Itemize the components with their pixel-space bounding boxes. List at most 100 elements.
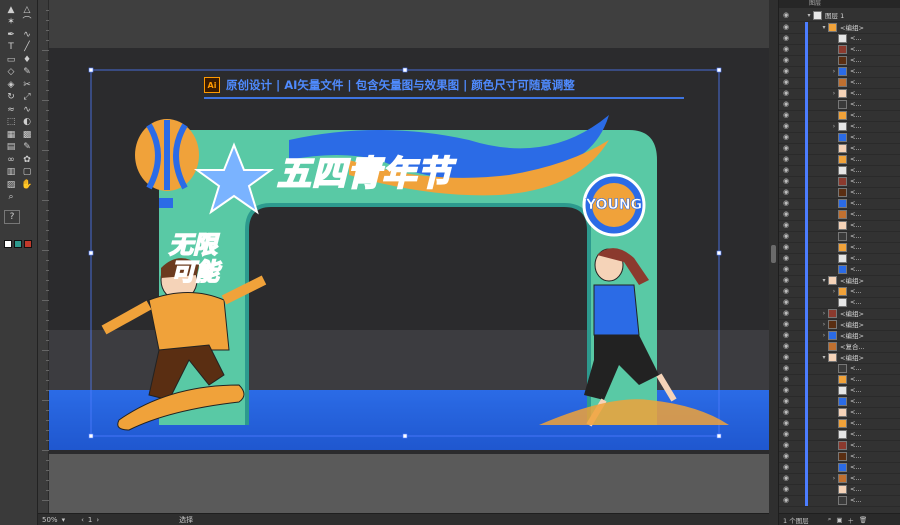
visibility-eye-icon[interactable]: ◉ [779, 331, 793, 339]
visibility-eye-icon[interactable]: ◉ [779, 11, 793, 19]
expand-arrow-icon[interactable]: › [830, 123, 838, 130]
visibility-eye-icon[interactable]: ◉ [779, 474, 793, 482]
visibility-eye-icon[interactable]: ◉ [779, 122, 793, 130]
visibility-eye-icon[interactable]: ◉ [779, 276, 793, 284]
pencil-tool-icon[interactable]: ✎ [20, 67, 34, 79]
slice-tool-icon[interactable]: ▨ [4, 179, 18, 191]
next-artboard-icon[interactable]: › [96, 516, 99, 524]
visibility-eye-icon[interactable]: ◉ [779, 199, 793, 207]
layer-row[interactable]: ◉ <... [779, 54, 900, 67]
layer-row[interactable]: ◉ <... [779, 109, 900, 122]
layer-row[interactable]: ◉ ▾ <编组> [779, 21, 900, 34]
layer-row[interactable]: ◉ <... [779, 164, 900, 177]
layer-row[interactable]: ◉ <... [779, 263, 900, 276]
layer-row[interactable]: ◉ <... [779, 461, 900, 474]
delete-layer-icon[interactable]: 🗑 [859, 516, 867, 524]
visibility-eye-icon[interactable]: ◉ [779, 89, 793, 97]
blend-tool-icon[interactable]: ∞ [4, 154, 18, 166]
symbol-sprayer-tool-icon[interactable]: ✿ [20, 154, 34, 166]
visibility-eye-icon[interactable]: ◉ [779, 34, 793, 42]
artboard-tool-icon[interactable]: ▢ [20, 167, 34, 179]
visibility-eye-icon[interactable]: ◉ [779, 243, 793, 251]
layer-row[interactable]: ◉ <... [779, 296, 900, 309]
layer-row[interactable]: ◉ › <... [779, 87, 900, 100]
expand-arrow-icon[interactable]: › [830, 90, 838, 97]
visibility-eye-icon[interactable]: ◉ [779, 441, 793, 449]
layer-row[interactable]: ◉ › <编组> [779, 318, 900, 331]
layer-row[interactable]: ◉ › <... [779, 120, 900, 133]
layer-row[interactable]: ◉ <... [779, 241, 900, 254]
layer-row[interactable]: ◉ <... [779, 32, 900, 45]
visibility-eye-icon[interactable]: ◉ [779, 67, 793, 75]
visibility-eye-icon[interactable]: ◉ [779, 375, 793, 383]
magic-wand-tool-icon[interactable]: ✶ [4, 17, 18, 29]
visibility-eye-icon[interactable]: ◉ [779, 232, 793, 240]
visibility-eye-icon[interactable]: ◉ [779, 177, 793, 185]
selection-tool-icon[interactable]: ▲ [4, 4, 18, 16]
arch-artwork[interactable] [49, 0, 769, 454]
visibility-eye-icon[interactable]: ◉ [779, 166, 793, 174]
layer-row[interactable]: ◉ › <编组> [779, 307, 900, 320]
layer-row[interactable]: ◉ <... [779, 219, 900, 232]
layers-panel-header[interactable]: 图层 [779, 0, 900, 8]
layer-row[interactable]: ◉ <... [779, 362, 900, 375]
layer-row[interactable]: ◉ <... [779, 43, 900, 56]
visibility-eye-icon[interactable]: ◉ [779, 188, 793, 196]
perspective-grid-tool-icon[interactable]: ▦ [4, 129, 18, 141]
fill-color-swatch[interactable] [4, 240, 12, 248]
column-graph-tool-icon[interactable]: ▥ [4, 167, 18, 179]
rotate-tool-icon[interactable]: ↻ [4, 92, 18, 104]
layer-row[interactable]: ◉ <... [779, 494, 900, 507]
visibility-eye-icon[interactable]: ◉ [779, 133, 793, 141]
visibility-eye-icon[interactable]: ◉ [779, 364, 793, 372]
visibility-eye-icon[interactable]: ◉ [779, 254, 793, 262]
visibility-eye-icon[interactable]: ◉ [779, 430, 793, 438]
layer-row[interactable]: ◉ <... [779, 439, 900, 452]
direct-selection-tool-icon[interactable]: △ [20, 4, 34, 16]
layer-row[interactable]: ◉ <... [779, 417, 900, 430]
layer-row[interactable]: ◉ <... [779, 197, 900, 210]
layer-row[interactable]: ◉ <... [779, 153, 900, 166]
visibility-eye-icon[interactable]: ◉ [779, 386, 793, 394]
expand-arrow-icon[interactable]: › [820, 310, 828, 317]
layer-row[interactable]: ◉ <... [779, 208, 900, 221]
eyedropper-tool-icon[interactable]: ✎ [20, 142, 34, 154]
vertical-scrollbar[interactable] [769, 0, 778, 525]
layer-row[interactable]: ◉ ▾ <编组> [779, 274, 900, 287]
layer-row[interactable]: ◉ <... [779, 76, 900, 89]
none-color-swatch[interactable] [24, 240, 32, 248]
stroke-color-swatch[interactable] [14, 240, 22, 248]
visibility-eye-icon[interactable]: ◉ [779, 45, 793, 53]
rectangle-tool-icon[interactable]: ▭ [4, 54, 18, 66]
visibility-eye-icon[interactable]: ◉ [779, 496, 793, 504]
visibility-eye-icon[interactable]: ◉ [779, 463, 793, 471]
layer-row[interactable]: ◉ <... [779, 483, 900, 496]
visibility-eye-icon[interactable]: ◉ [779, 111, 793, 119]
vertical-ruler[interactable] [38, 0, 49, 513]
visibility-eye-icon[interactable]: ◉ [779, 397, 793, 405]
prev-artboard-icon[interactable]: ‹ [81, 516, 84, 524]
visibility-eye-icon[interactable]: ◉ [779, 23, 793, 31]
layer-row[interactable]: ◉ › <... [779, 472, 900, 485]
layer-row[interactable]: ◉ <... [779, 175, 900, 188]
layer-row[interactable]: ◉ <... [779, 186, 900, 199]
layer-row[interactable]: ◉ <... [779, 98, 900, 111]
visibility-eye-icon[interactable]: ◉ [779, 353, 793, 361]
expand-arrow-icon[interactable]: › [820, 321, 828, 328]
zoom-level[interactable]: 50% [42, 516, 58, 524]
layer-row[interactable]: ◉ <复合... [779, 340, 900, 353]
visibility-eye-icon[interactable]: ◉ [779, 419, 793, 427]
new-sublayer-icon[interactable]: ▣ [836, 516, 842, 524]
layer-row[interactable]: ◉ <... [779, 384, 900, 397]
curvature-tool-icon[interactable]: ∿ [20, 29, 34, 41]
layer-row[interactable]: ◉ › <... [779, 285, 900, 298]
help-icon[interactable]: ? [4, 210, 20, 224]
layer-row[interactable]: ◉ <... [779, 142, 900, 155]
expand-arrow-icon[interactable]: › [830, 288, 838, 295]
visibility-eye-icon[interactable]: ◉ [779, 287, 793, 295]
layer-row[interactable]: ◉ ▾ <编组> [779, 351, 900, 364]
expand-arrow-icon[interactable]: › [830, 68, 838, 75]
layer-row[interactable]: ◉ <... [779, 230, 900, 243]
gradient-tool-icon[interactable]: ▤ [4, 142, 18, 154]
visibility-eye-icon[interactable]: ◉ [779, 221, 793, 229]
